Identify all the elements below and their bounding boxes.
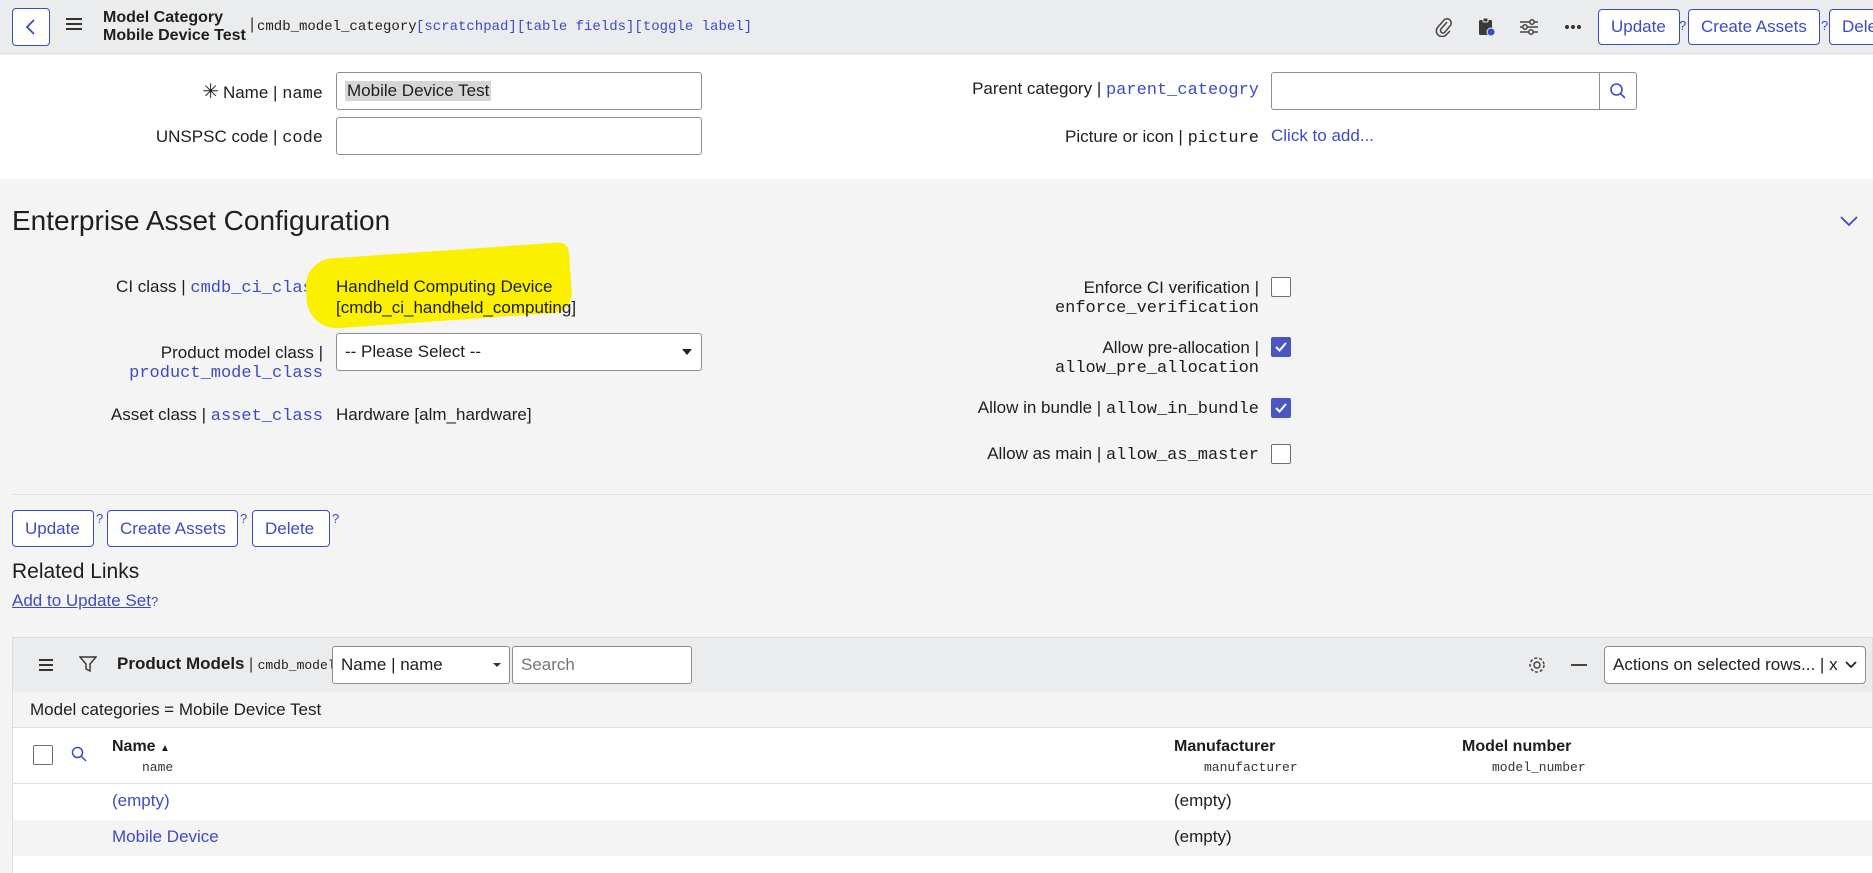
header-create-assets-button[interactable]: Create Assets [1688, 9, 1820, 45]
search-field-select[interactable]: Name | name [332, 646, 510, 684]
section-title: Enterprise Asset Configuration [12, 205, 391, 236]
column-field-name: name [142, 760, 174, 775]
caret-down-icon [493, 663, 501, 667]
help-icon[interactable]: ? [96, 511, 103, 526]
filter-icon[interactable] [78, 655, 98, 678]
parent-category-label: Parent category | parent_cateogry [972, 79, 1259, 100]
column-header-name[interactable]: Name ▲ [112, 738, 170, 756]
row-name-link[interactable]: (empty) [112, 791, 170, 811]
column-search-icon[interactable] [71, 746, 87, 767]
column-field-manufacturer: manufacturer [1204, 760, 1298, 775]
product-model-class-label: Product model class | product_model_clas… [129, 343, 323, 383]
update-button[interactable]: Update [12, 510, 94, 547]
mandatory-icon: ✳ [202, 81, 219, 103]
column-header-manufacturer[interactable]: Manufacturer [1174, 738, 1275, 756]
list-menu-icon[interactable] [39, 659, 53, 671]
more-options-icon[interactable] [1562, 16, 1584, 38]
help-icon[interactable]: ? [332, 511, 339, 526]
developer-links[interactable]: [scratchpad][table fields][toggle label] [416, 19, 752, 35]
help-icon[interactable]: ? [240, 511, 247, 526]
allow-in-bundle-label: Allow in bundle | allow_in_bundle [977, 398, 1259, 419]
form-header: Model Category Mobile Device Test | cmdb… [0, 0, 1873, 54]
ci-class-label: CI class | cmdb_ci_class [116, 277, 323, 298]
product-model-class-select[interactable]: -- Please Select -- [336, 333, 702, 371]
row-manufacturer: (empty) [1174, 791, 1232, 810]
sort-asc-icon: ▲ [160, 743, 170, 754]
divider [12, 494, 1873, 495]
clipboard-icon[interactable] [1475, 16, 1497, 38]
row-name-link[interactable]: Mobile Device [112, 827, 219, 847]
allow-as-main-label: Allow as main | allow_as_master [987, 444, 1259, 465]
paperclip-icon[interactable] [1433, 16, 1455, 38]
enforce-verification-label: Enforce CI verification | enforce_verifi… [1054, 278, 1259, 318]
related-list-toolbar: Product Models | cmdb_model Name | name … [13, 638, 1872, 692]
gear-icon[interactable] [1527, 655, 1547, 680]
unspsc-label: UNSPSC code | code [155, 127, 323, 148]
search-icon [1610, 83, 1626, 99]
search-input[interactable] [512, 646, 692, 684]
allow-as-main-checkbox[interactable] [1271, 444, 1291, 464]
parent-category-input[interactable] [1271, 72, 1600, 110]
asset-class-label: Asset class | asset_class [110, 405, 323, 426]
title-separator: | [250, 16, 255, 33]
lookup-button[interactable] [1599, 72, 1637, 110]
unspsc-input[interactable] [336, 117, 702, 155]
filter-condition[interactable]: Model categories = Mobile Device Test [30, 700, 321, 720]
title-record-name: Mobile Device Test [103, 27, 246, 44]
minimize-icon[interactable] [1571, 664, 1587, 666]
column-header-model-number[interactable]: Model number [1462, 738, 1571, 756]
enforce-verification-checkbox[interactable] [1271, 277, 1291, 297]
related-links-title: Related Links [12, 560, 140, 583]
checkmark-icon [1275, 403, 1287, 413]
actions-select[interactable]: Actions on selected rows... | x [1604, 646, 1866, 684]
chevron-down-icon[interactable] [1839, 214, 1859, 228]
menu-icon[interactable] [66, 18, 82, 32]
help-icon[interactable]: ? [1679, 18, 1686, 33]
table-name: cmdb_model_category [257, 19, 417, 35]
table-row: Mobile Device (empty) [13, 820, 1872, 856]
name-input[interactable]: Mobile Device Test [336, 72, 702, 110]
header-update-button[interactable]: Update [1598, 9, 1680, 45]
create-assets-button[interactable]: Create Assets [107, 510, 238, 547]
chevron-left-icon [25, 19, 35, 35]
picture-label: Picture or icon | picture [1065, 127, 1259, 148]
record-fields: ✳ Name | name Mobile Device Test UNSPSC c… [0, 55, 1873, 179]
allow-pre-allocation-checkbox[interactable] [1271, 337, 1291, 357]
allow-pre-allocation-label: Allow pre-allocation | allow_pre_allocat… [1054, 338, 1259, 378]
allow-in-bundle-checkbox[interactable] [1271, 398, 1291, 418]
row-manufacturer: (empty) [1174, 827, 1232, 846]
chevron-down-icon [1845, 661, 1857, 669]
table-row: (empty) (empty) [13, 784, 1872, 820]
settings-sliders-icon[interactable] [1518, 16, 1540, 38]
delete-button[interactable]: Delete [252, 510, 330, 547]
list-header: Name ▲ name Manufacturer manufacturer Mo… [13, 728, 1872, 784]
column-field-model-number: model_number [1492, 760, 1586, 775]
caret-down-icon [682, 349, 692, 355]
list-title: Product Models | cmdb_model [117, 654, 336, 673]
back-button[interactable] [12, 8, 50, 46]
page-title: Model Category Mobile Device Test [103, 9, 246, 45]
related-list: Product Models | cmdb_model Name | name … [12, 637, 1873, 873]
header-delete-button[interactable]: Dele [1829, 9, 1873, 45]
select-all-checkbox[interactable] [33, 745, 53, 765]
ci-class-value: Handheld Computing Device [cmdb_ci_handh… [336, 277, 577, 317]
asset-class-value: Hardware [alm_hardware] [336, 405, 532, 424]
name-label: ✳ Name | name [202, 81, 323, 104]
add-to-update-set-link[interactable]: Add to Update Set? [12, 591, 158, 611]
filter-breadcrumb: Model categories = Mobile Device Test [13, 692, 1872, 728]
picture-add-link[interactable]: Click to add... [1271, 126, 1374, 146]
title-record-type: Model Category [103, 9, 224, 26]
checkmark-icon [1275, 342, 1287, 352]
help-icon[interactable]: ? [1821, 18, 1828, 33]
